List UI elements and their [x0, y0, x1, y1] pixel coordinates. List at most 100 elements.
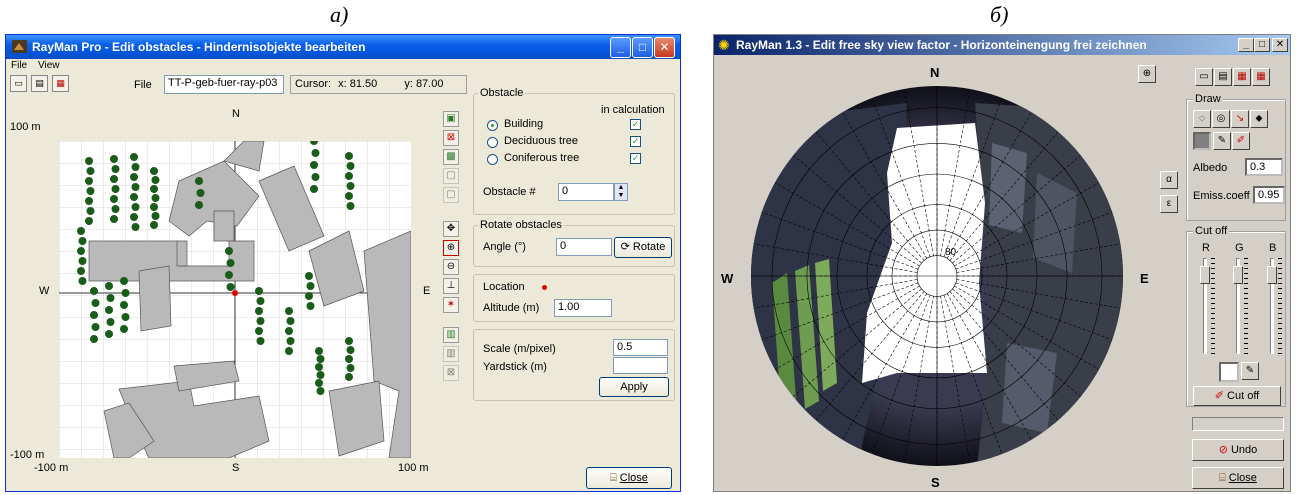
tree-marker[interactable] — [151, 176, 160, 184]
tree-marker[interactable] — [256, 297, 265, 305]
cutoff-color-swatch[interactable] — [1219, 362, 1239, 382]
tree-marker[interactable] — [195, 201, 203, 209]
tree-marker[interactable] — [120, 301, 128, 309]
altitude-field[interactable]: 1.00 — [554, 299, 612, 317]
building-shape[interactable] — [138, 265, 172, 332]
new-button-b[interactable]: ▭ — [1195, 68, 1213, 86]
cutoff-button[interactable]: ✐ Cut off — [1193, 386, 1281, 406]
tree-marker[interactable] — [110, 175, 118, 183]
tree-marker[interactable] — [150, 185, 158, 193]
obstacle-number-spinner[interactable]: ▲ ▼ — [614, 183, 628, 201]
tool-delete-obstacle[interactable]: ⊠ — [443, 130, 459, 146]
tree-marker[interactable] — [105, 306, 113, 314]
tree-marker[interactable] — [305, 272, 313, 280]
tree-marker[interactable] — [315, 363, 323, 371]
minimize-button[interactable]: _ — [610, 37, 631, 58]
tree-marker[interactable] — [345, 152, 353, 160]
draw-fill-button[interactable]: ⬥ — [1250, 110, 1268, 128]
rotate-button[interactable]: ⟳ Rotate — [614, 237, 672, 258]
apply-button[interactable]: Apply — [599, 377, 669, 397]
tree-marker[interactable] — [346, 202, 355, 210]
tree-marker[interactable] — [120, 325, 128, 333]
tree-marker[interactable] — [130, 173, 138, 181]
close-button-b[interactable]: ⌸ Close — [1192, 467, 1284, 489]
tree-marker[interactable] — [225, 247, 233, 255]
red-slider-thumb[interactable] — [1200, 266, 1210, 284]
tool-measure[interactable]: ✶ — [443, 297, 459, 313]
tree-marker[interactable] — [315, 347, 323, 355]
tree-marker[interactable] — [286, 337, 295, 345]
tree-marker[interactable] — [255, 287, 263, 295]
tool-set-location[interactable]: ⊥ — [443, 278, 459, 294]
tree-marker[interactable] — [346, 182, 355, 190]
tree-marker[interactable] — [131, 183, 140, 191]
tree-marker[interactable] — [110, 155, 118, 163]
tree-marker[interactable] — [78, 237, 87, 245]
tree-marker[interactable] — [346, 346, 355, 354]
tree-marker[interactable] — [285, 307, 293, 315]
scale-field[interactable]: 0.5 — [613, 339, 668, 356]
tree-marker[interactable] — [150, 167, 158, 175]
tree-marker[interactable] — [131, 203, 140, 211]
tree-marker[interactable] — [285, 347, 293, 355]
save-file-button[interactable]: ▦ — [52, 75, 69, 92]
albedo-field[interactable]: 0.3 — [1245, 158, 1283, 176]
tree-marker[interactable] — [345, 337, 353, 345]
tree-marker[interactable] — [315, 379, 323, 387]
tree-marker[interactable] — [226, 283, 235, 291]
tool-zoom-out[interactable]: ⊖ — [443, 259, 459, 275]
tool-select-obstacle[interactable]: ▩ — [443, 149, 459, 165]
tree-marker[interactable] — [120, 277, 128, 285]
draw-ring-button[interactable]: ◎ — [1212, 110, 1230, 128]
tree-marker[interactable] — [311, 149, 320, 157]
building-shape[interactable] — [176, 240, 188, 267]
tree-marker[interactable] — [110, 195, 118, 203]
tree-marker[interactable] — [255, 327, 263, 335]
tree-marker[interactable] — [130, 213, 138, 221]
tree-marker[interactable] — [150, 203, 158, 211]
tree-marker[interactable] — [286, 317, 295, 325]
tree-marker[interactable] — [345, 192, 353, 200]
check-coniferous[interactable]: ✓ — [630, 153, 641, 164]
tree-marker[interactable] — [151, 212, 160, 220]
tree-marker[interactable] — [131, 163, 140, 171]
tree-marker[interactable] — [345, 373, 353, 381]
tree-marker[interactable] — [78, 277, 87, 285]
tree-marker[interactable] — [78, 257, 87, 265]
tree-marker[interactable] — [85, 177, 93, 185]
menu-file[interactable]: File — [11, 60, 27, 71]
cutoff-pipette-button[interactable]: ✎ — [1241, 362, 1259, 380]
new-file-button[interactable]: ▭ — [10, 75, 27, 92]
emiss-field[interactable]: 0.95 — [1253, 186, 1285, 204]
tool-load-image[interactable]: ▥ — [443, 327, 459, 343]
draw-circle-button[interactable]: ◌ — [1193, 110, 1211, 128]
tree-marker[interactable] — [130, 193, 138, 201]
tree-marker[interactable] — [106, 318, 115, 326]
tree-marker[interactable] — [196, 189, 205, 197]
tree-marker[interactable] — [316, 355, 325, 363]
check-deciduous[interactable]: ✓ — [630, 136, 641, 147]
tree-marker[interactable] — [105, 330, 113, 338]
tree-marker[interactable] — [77, 247, 85, 255]
save-button-b[interactable]: ▦ — [1233, 68, 1251, 86]
tree-marker[interactable] — [195, 177, 203, 185]
obstacle-map[interactable] — [59, 137, 412, 459]
tree-marker[interactable] — [86, 207, 95, 215]
tree-marker[interactable] — [316, 371, 325, 379]
epsilon-button[interactable]: ε — [1160, 195, 1178, 213]
tree-marker[interactable] — [111, 185, 120, 193]
tree-marker[interactable] — [85, 217, 93, 225]
menu-view[interactable]: View — [38, 60, 60, 71]
yardstick-field[interactable] — [613, 357, 668, 374]
tool-edit-image[interactable]: ▥ — [443, 346, 459, 362]
tree-marker[interactable] — [310, 185, 318, 193]
tree-marker[interactable] — [121, 313, 130, 321]
color-swatch[interactable] — [1193, 132, 1211, 150]
eraser-button[interactable]: ✐ — [1232, 132, 1250, 150]
tree-marker[interactable] — [111, 205, 120, 213]
maximize-button[interactable]: □ — [632, 37, 653, 58]
minimize-button-b[interactable]: _ — [1238, 38, 1254, 52]
open-file-button[interactable]: ▤ — [31, 75, 48, 92]
tool-zoom-in[interactable]: ⊕ — [443, 240, 459, 256]
tree-marker[interactable] — [85, 157, 93, 165]
